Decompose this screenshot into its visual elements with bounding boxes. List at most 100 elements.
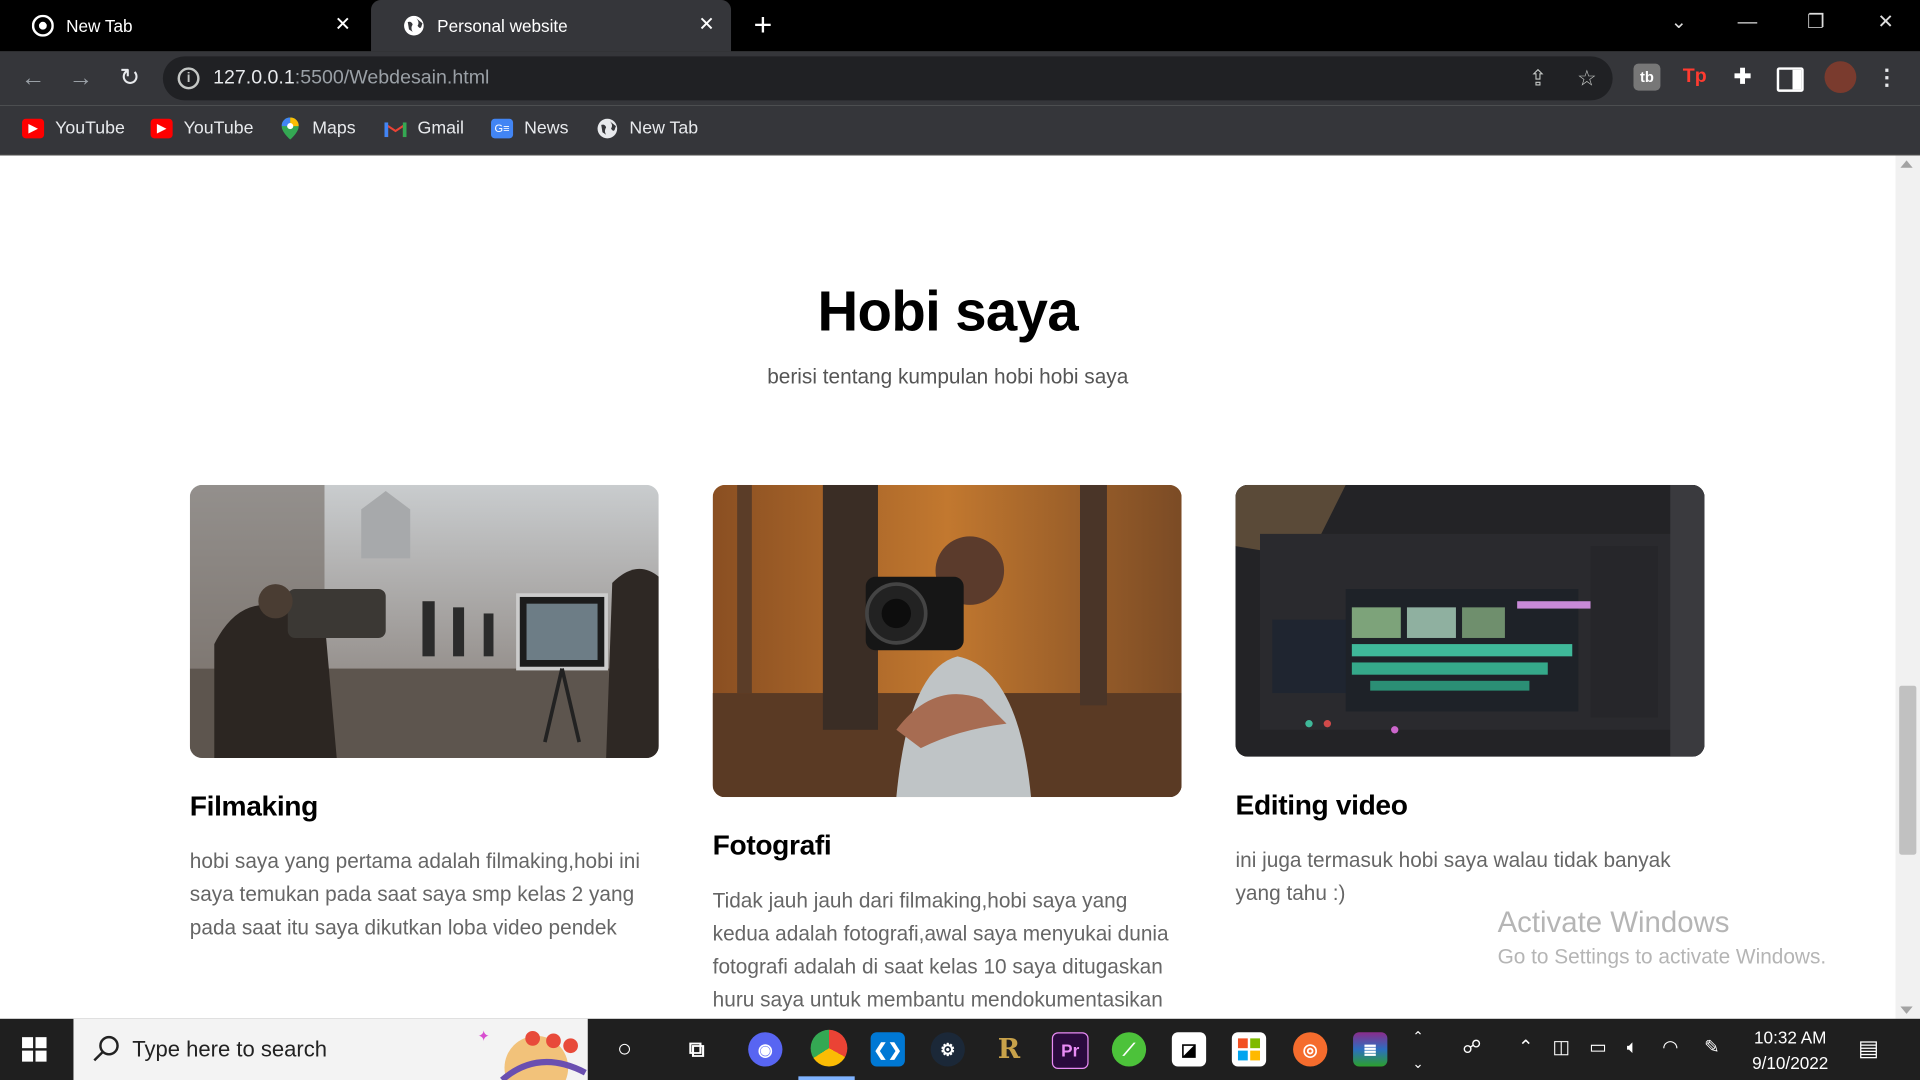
bookmark-news[interactable]: G≡ News [491, 115, 568, 142]
taskbar-search[interactable]: Type here to search ✦ [73, 1018, 588, 1080]
restore-icon[interactable]: ❐ [1801, 10, 1830, 39]
camera-forest-photo [712, 484, 1182, 798]
search-placeholder: Type here to search [132, 1037, 328, 1062]
steam-icon[interactable]: ⚙ [930, 1032, 965, 1067]
windows-start-icon[interactable] [22, 1037, 47, 1062]
globe-icon [403, 15, 425, 37]
search-highlight-icon: ✦ [478, 1024, 588, 1080]
chrome-taskbar-icon[interactable] [810, 1029, 848, 1067]
clock-date: 9/10/2022 [1752, 1053, 1829, 1073]
close-tab-icon[interactable]: ✕ [333, 15, 353, 36]
people-icon[interactable]: ☍ [1460, 1036, 1484, 1060]
page-subtitle: berisi tentang kumpulan hobi hobi saya [767, 364, 1129, 389]
bookmark-youtube[interactable]: ▶ YouTube [22, 115, 125, 142]
green-app-icon[interactable]: ⟋ [1111, 1032, 1147, 1067]
scroll-thumb[interactable] [1899, 685, 1917, 855]
svg-text:✦: ✦ [478, 1028, 490, 1045]
clock-time: 10:32 AM [1754, 1027, 1827, 1047]
card-title-filmaking: Filmaking [189, 789, 319, 822]
bookmark-star-icon[interactable]: ☆ [1573, 65, 1600, 92]
activate-windows-subtitle: Go to Settings to activate Windows. [1497, 945, 1827, 969]
vscode-icon[interactable]: ❮❯ [870, 1032, 905, 1067]
bookmark-gmail[interactable]: Gmail [384, 115, 464, 142]
site-info-icon[interactable]: i [177, 67, 200, 90]
origin-icon[interactable]: ◎ [1293, 1032, 1328, 1067]
avatar[interactable] [1824, 61, 1857, 94]
share-icon[interactable]: ⇪ [1525, 65, 1552, 92]
card-text-fotografi: Tidak jauh jauh dari filmaking,hobi saya… [712, 888, 1169, 1012]
notifications-icon[interactable]: ▤ [1856, 1036, 1880, 1060]
scroll-down-icon[interactable] [1900, 1006, 1913, 1014]
card-title-editing-video: Editing video [1235, 788, 1408, 821]
youtube-icon: ▶ [22, 118, 45, 139]
forward-icon[interactable]: → [66, 64, 95, 93]
bookmarks-bar: ▶ YouTube ▶ YouTube Maps Gmail G≡ News N… [0, 105, 1920, 156]
card-text-filmaking: hobi saya yang pertama adalah filmaking,… [189, 849, 640, 940]
title-bar: New Tab ✕ Personal website ✕ + ⌄ — ❐ ✕ [0, 0, 1920, 52]
gmail-icon [384, 119, 407, 139]
news-icon: G≡ [491, 118, 514, 139]
side-panel-icon[interactable] [1776, 67, 1804, 92]
back-icon[interactable]: ← [18, 64, 47, 93]
riot-client-icon[interactable]: R [992, 1032, 1026, 1066]
bookmark-label: News [524, 118, 569, 139]
tab-personal-website[interactable]: Personal website ✕ [371, 0, 732, 52]
meet-now-icon[interactable]: ◫ [1549, 1036, 1573, 1060]
chrome-icon [31, 14, 54, 37]
menu-kebab-icon[interactable]: ⋮ [1873, 64, 1900, 91]
winrar-icon[interactable]: ≣ [1353, 1032, 1388, 1067]
task-view-icon[interactable]: ⧉ [680, 1032, 714, 1066]
taskbar-clock[interactable]: 10:32 AM 9/10/2022 [1739, 1025, 1842, 1076]
close-tab-icon[interactable]: ✕ [697, 15, 717, 36]
bookmark-maps[interactable]: Maps [279, 115, 356, 142]
show-hidden-icons[interactable]: ⌃ [1513, 1036, 1537, 1060]
page-title: Hobi saya [817, 279, 1079, 343]
bookmark-youtube-2[interactable]: ▶ YouTube [150, 115, 254, 142]
card-title-fotografi: Fotografi [712, 828, 832, 861]
extension-tb-icon[interactable]: tb [1633, 63, 1661, 91]
tab-title: New Tab [66, 15, 133, 36]
search-icon [91, 1033, 123, 1065]
card-text-editing-video: ini juga termasuk hobi saya walau tidak … [1235, 848, 1671, 905]
globe-icon [596, 118, 618, 139]
tab-new-tab[interactable]: New Tab ✕ [0, 0, 367, 51]
reload-icon[interactable]: ↻ [115, 64, 144, 93]
bookmark-new-tab[interactable]: New Tab [596, 115, 698, 142]
scroll-up-icon[interactable] [1900, 160, 1913, 168]
activate-windows-title: Activate Windows [1497, 906, 1730, 940]
windows-taskbar: Type here to search ✦ ○ ⧉ ◉ ❮❯ ⚙ R Pr ⟋ … [0, 1018, 1920, 1080]
maps-icon [279, 117, 301, 140]
taskbar-scroll-up-icon[interactable]: ⌃ [1406, 1025, 1430, 1049]
browser-toolbar: ← → ↻ i 127.0.0.1:5500/Webdesain.html ⇪ … [0, 51, 1920, 106]
discord-icon[interactable]: ◉ [748, 1032, 783, 1067]
close-window-icon[interactable]: ✕ [1871, 10, 1900, 39]
pen-icon[interactable]: ✎ [1700, 1036, 1724, 1060]
epic-icon[interactable]: ◪ [1171, 1032, 1207, 1067]
bookmark-label: YouTube [55, 118, 125, 139]
volume-icon[interactable]: 🔈︎ [1620, 1036, 1644, 1060]
url-text[interactable]: 127.0.0.1:5500/Webdesain.html [213, 67, 489, 89]
wifi-icon[interactable]: ◠ [1658, 1036, 1682, 1060]
new-tab-button[interactable]: + [749, 9, 776, 41]
bookmark-label: YouTube [183, 118, 254, 139]
microsoft-store-icon[interactable] [1231, 1032, 1267, 1067]
address-bar[interactable]: i 127.0.0.1:5500/Webdesain.html ⇪ ☆ [162, 56, 1613, 101]
video-editor-photo [1235, 484, 1705, 757]
tab-search-icon[interactable]: ⌄ [1664, 10, 1693, 39]
page-content: Hobi saya berisi tentang kumpulan hobi h… [0, 155, 1896, 1019]
bookmark-label: Gmail [417, 118, 464, 139]
taskbar-scroll-down-icon[interactable]: ⌄ [1406, 1052, 1430, 1076]
cortana-icon[interactable]: ○ [607, 1032, 641, 1066]
film-crew-photo [189, 484, 659, 758]
extensions-puzzle-icon[interactable]: ✚ [1729, 64, 1756, 91]
battery-icon[interactable]: ▭ [1586, 1036, 1610, 1060]
extension-tp-icon[interactable]: Tp [1681, 64, 1708, 91]
minimize-icon[interactable]: — [1733, 10, 1762, 39]
tab-title: Personal website [437, 15, 568, 36]
active-app-indicator [798, 1076, 855, 1080]
page-scrollbar[interactable] [1895, 155, 1920, 1019]
youtube-icon: ▶ [150, 118, 173, 139]
premiere-pro-icon[interactable]: Pr [1051, 1032, 1089, 1069]
bookmark-label: New Tab [629, 118, 699, 139]
bookmark-label: Maps [312, 118, 356, 139]
